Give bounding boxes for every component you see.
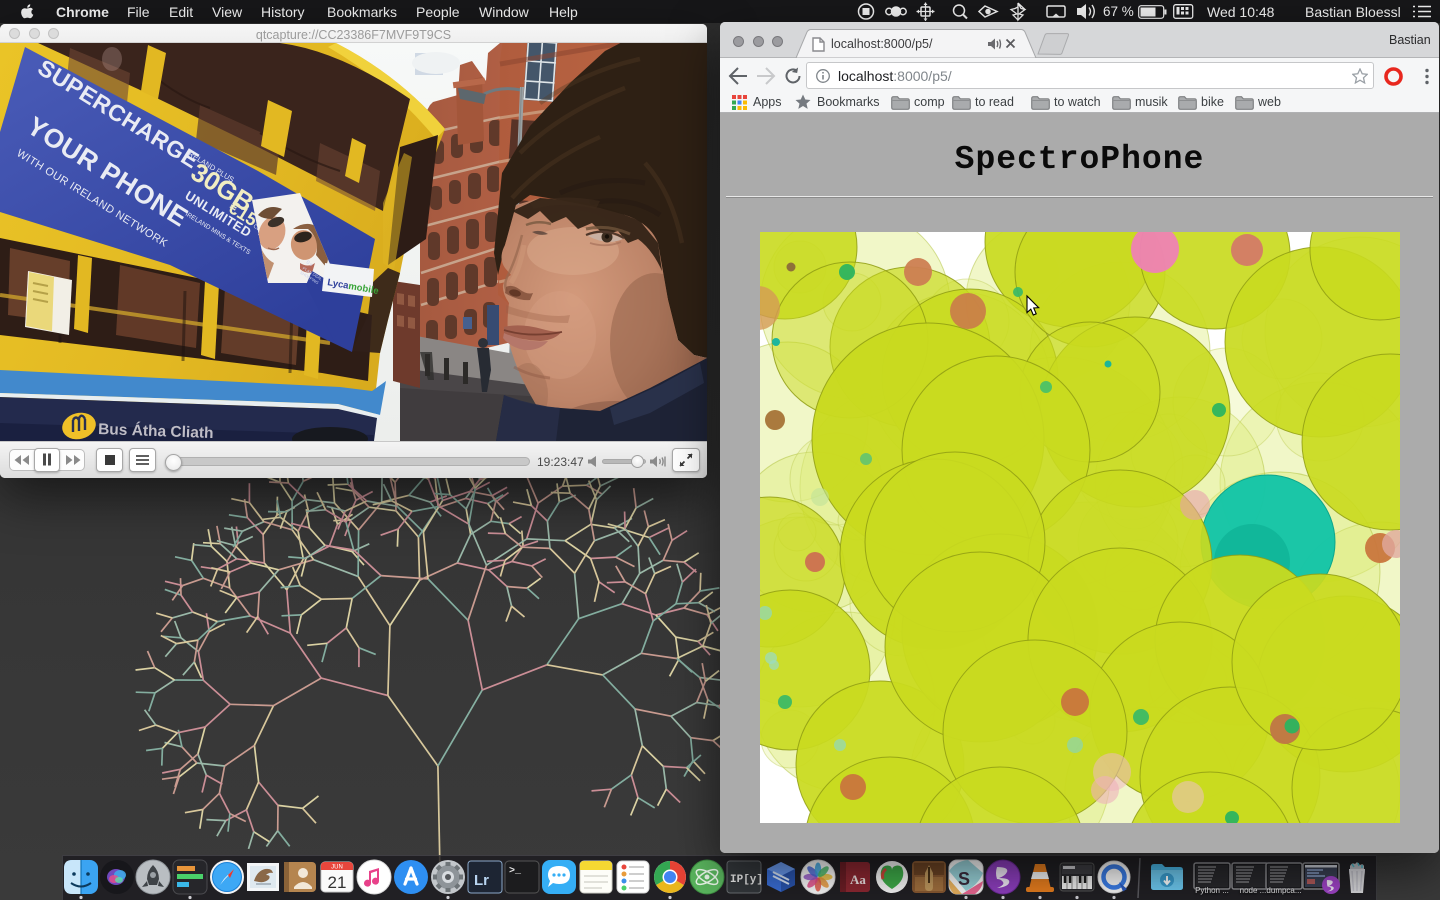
svg-text:>_: >_ [509,866,522,877]
svg-text:Aa: Aa [850,872,866,887]
svg-text:Lr: Lr [474,872,489,889]
svg-text:S: S [958,869,970,889]
svg-text:JUN: JUN [331,865,343,871]
svg-text:Bus Átha Cliath: Bus Átha Cliath [98,421,214,441]
svg-text:IP[y]: IP[y] [730,874,763,886]
svg-text:21: 21 [328,873,347,892]
